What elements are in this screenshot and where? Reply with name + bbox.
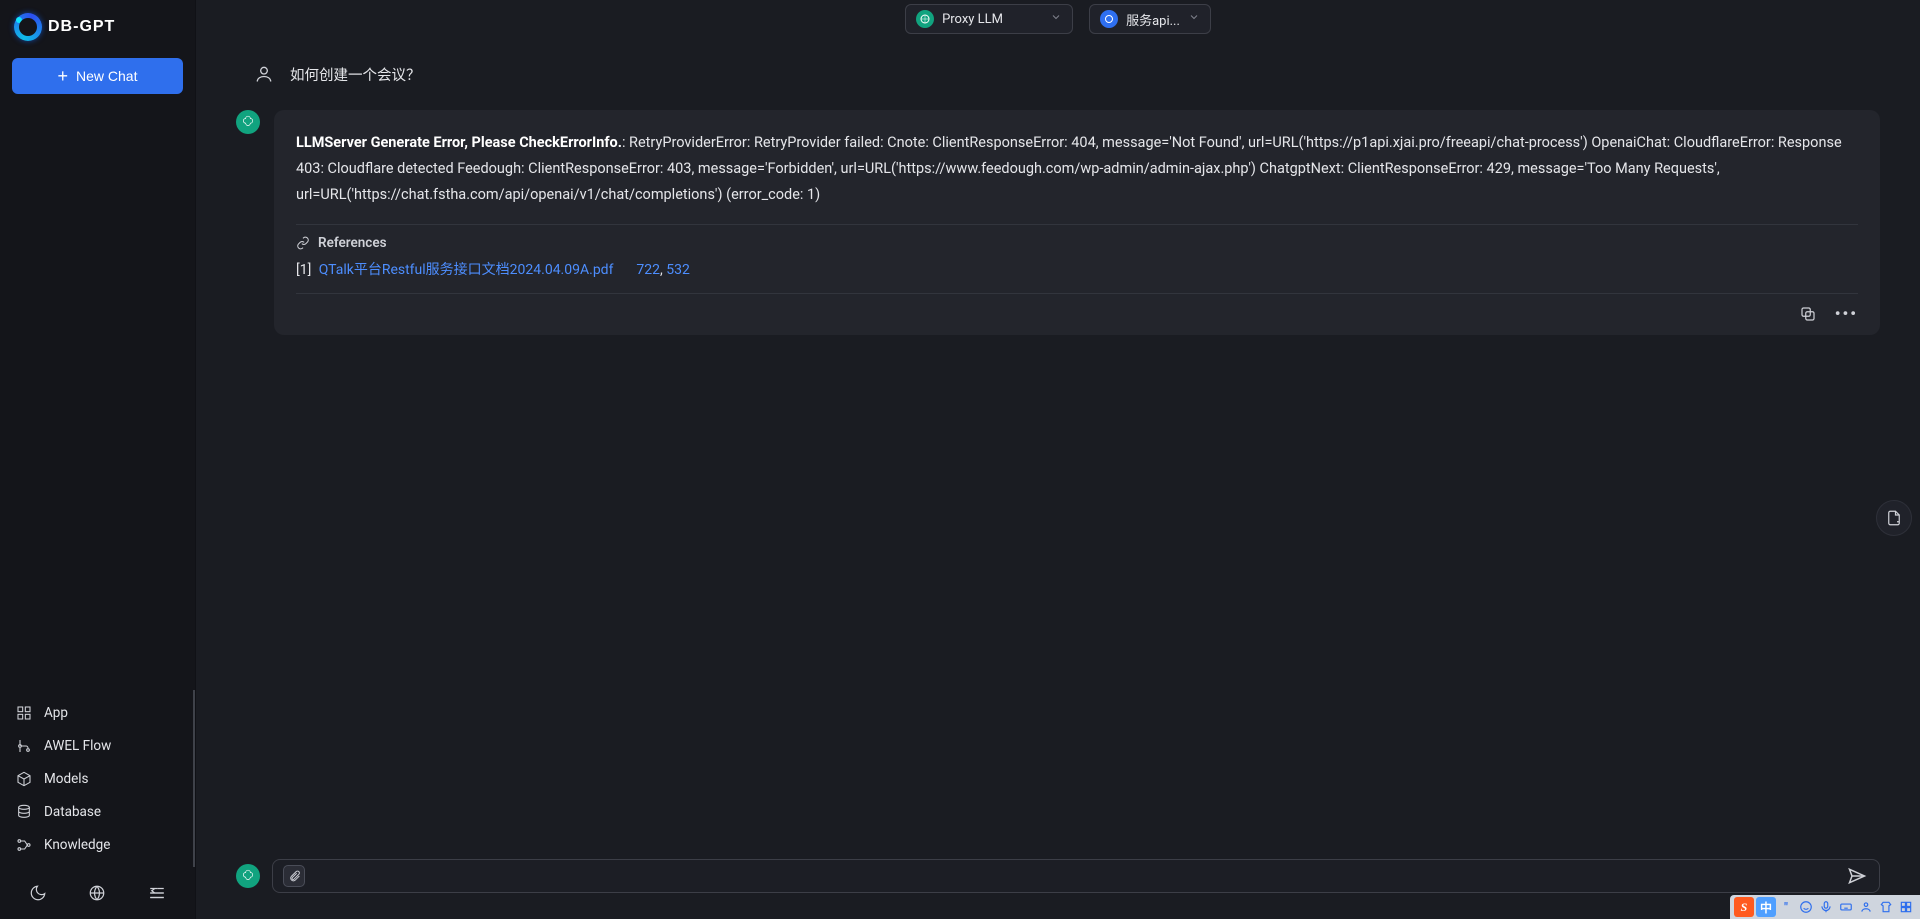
cube-icon — [16, 771, 32, 787]
document-icon — [1885, 509, 1903, 527]
reference-index: [1] — [296, 262, 311, 278]
sidebar-item-database[interactable]: Database — [0, 795, 193, 828]
ime-tray: S 中 " — [1730, 895, 1920, 919]
attach-button[interactable] — [283, 865, 305, 887]
composer-row — [196, 859, 1920, 919]
collapse-sidebar-button[interactable] — [143, 879, 171, 907]
model-select[interactable]: Proxy LLM — [905, 4, 1073, 34]
message-actions: ••• — [296, 304, 1858, 323]
sidebar-footer — [0, 867, 195, 919]
language-button[interactable] — [83, 879, 111, 907]
assistant-card: LLMServer Generate Error, Please CheckEr… — [274, 110, 1880, 335]
user-message: 如何创建一个会议？ — [236, 50, 1880, 98]
grid-icon — [16, 705, 32, 721]
knowledge-icon — [16, 837, 32, 853]
sidebar-item-label: App — [44, 705, 68, 721]
more-button[interactable]: ••• — [1835, 304, 1858, 323]
sidebar-menu: App AWEL Flow Models Database Knowledge — [0, 690, 195, 867]
reference-chunk-link[interactable]: 532 — [666, 262, 690, 278]
send-button[interactable] — [1845, 864, 1869, 888]
flow-icon — [16, 738, 32, 754]
assistant-message: LLMServer Generate Error, Please CheckEr… — [236, 110, 1880, 335]
sidebar-item-app[interactable]: App — [0, 696, 193, 729]
globe-icon — [88, 884, 106, 902]
user-message-text: 如何创建一个会议？ — [290, 62, 421, 85]
sidebar-item-awel-flow[interactable]: AWEL Flow — [0, 729, 193, 762]
ime-keyboard-icon[interactable] — [1836, 897, 1856, 917]
ime-mic-icon[interactable] — [1816, 897, 1836, 917]
references-label: References — [318, 235, 387, 251]
reference-chunk-link[interactable]: 722 — [636, 262, 660, 278]
chevron-down-icon — [1050, 11, 1062, 27]
divider — [296, 293, 1858, 294]
service-icon — [1100, 10, 1118, 28]
moon-icon — [29, 884, 47, 902]
sogou-ime-icon[interactable]: S — [1734, 897, 1754, 917]
copy-button[interactable] — [1799, 305, 1817, 323]
chat-scroll[interactable]: 如何创建一个会议？ LLMServer Generate Error, Plea… — [196, 38, 1920, 859]
database-icon — [16, 804, 32, 820]
sidebar-item-label: Database — [44, 804, 101, 820]
sidebar-item-knowledge[interactable]: Knowledge — [0, 828, 193, 861]
reference-file-link[interactable]: QTalk平台Restful服务接口文档2024.04.09A.pdf — [319, 262, 614, 278]
sidebar-item-label: AWEL Flow — [44, 738, 111, 754]
main: Proxy LLM 服务api... 如何创建一个会议？ L — [196, 0, 1920, 919]
theme-toggle[interactable] — [24, 879, 52, 907]
sidebar-item-models[interactable]: Models — [0, 762, 193, 795]
ime-user-icon[interactable] — [1856, 897, 1876, 917]
plus-icon: + — [58, 67, 69, 85]
reference-item: [1] QTalk平台Restful服务接口文档2024.04.09A.pdf … — [296, 259, 1858, 279]
model-select-value: Proxy LLM — [942, 12, 1003, 27]
link-icon — [296, 236, 310, 250]
references-heading: References — [296, 235, 1858, 251]
copy-icon — [1799, 305, 1817, 323]
assistant-error-text: LLMServer Generate Error, Please CheckEr… — [296, 130, 1858, 208]
sidebar-item-label: Knowledge — [44, 837, 110, 853]
ime-toolbox-icon[interactable] — [1896, 897, 1916, 917]
ime-language-button[interactable]: 中 — [1756, 897, 1776, 917]
composer — [272, 859, 1880, 893]
paperclip-icon — [288, 870, 301, 883]
user-avatar-icon — [252, 62, 276, 86]
send-icon — [1847, 866, 1867, 886]
divider — [296, 224, 1858, 225]
collapse-icon — [148, 884, 166, 902]
ime-emoji-icon[interactable] — [1796, 897, 1816, 917]
assistant-avatar-icon — [236, 110, 260, 134]
more-icon: ••• — [1835, 304, 1858, 323]
error-title: LLMServer Generate Error, Please CheckEr… — [296, 134, 622, 151]
openai-icon — [916, 10, 934, 28]
topbar: Proxy LLM 服务api... — [196, 0, 1920, 38]
ime-punct-icon[interactable]: " — [1776, 897, 1796, 917]
ime-skin-icon[interactable] — [1876, 897, 1896, 917]
sidebar-item-label: Models — [44, 771, 89, 787]
service-select-value: 服务api... — [1126, 10, 1180, 29]
chevron-down-icon — [1188, 11, 1200, 27]
brand-name: DB-GPT — [48, 18, 115, 36]
sidebar: DB-GPT + New Chat App AWEL Flow Models — [0, 0, 196, 919]
message-input[interactable] — [315, 867, 1835, 885]
new-chat-button[interactable]: + New Chat — [12, 58, 183, 94]
service-select[interactable]: 服务api... — [1089, 4, 1211, 34]
document-panel-button[interactable] — [1876, 500, 1912, 536]
new-chat-label: New Chat — [76, 68, 137, 84]
logo: DB-GPT — [0, 0, 195, 54]
logo-icon — [14, 13, 42, 41]
composer-avatar-icon — [236, 864, 260, 888]
